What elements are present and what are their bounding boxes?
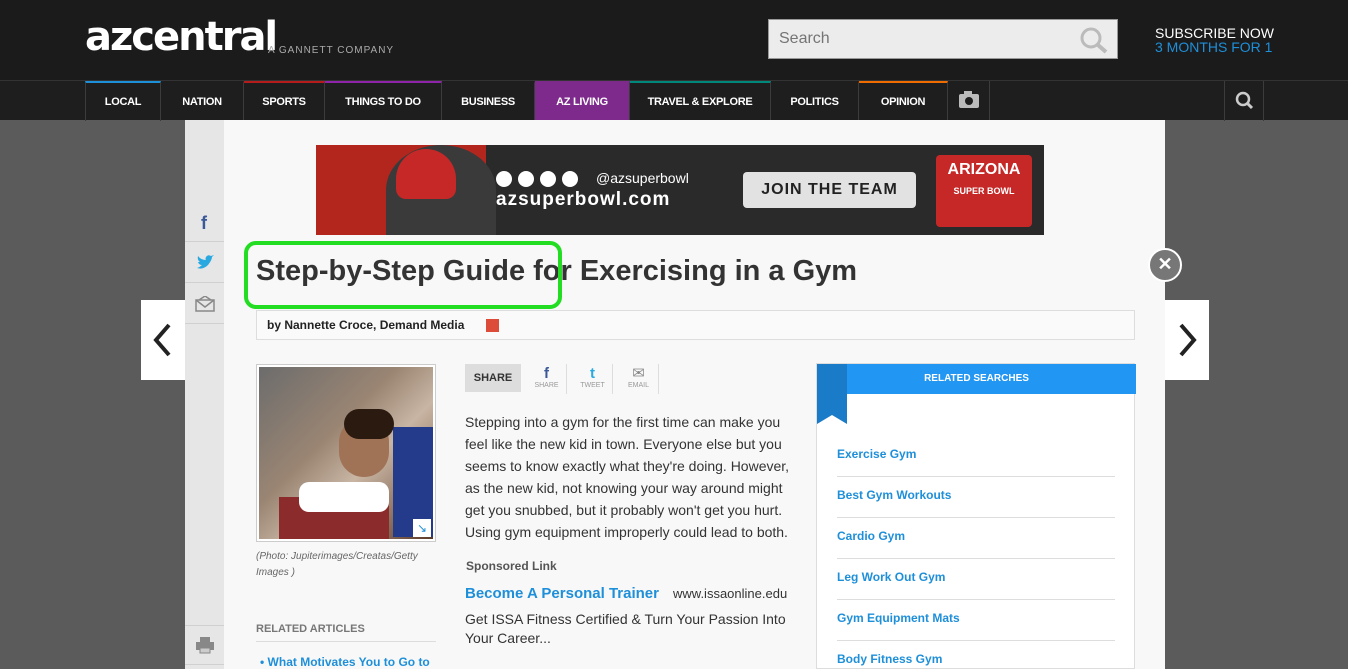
byline-text: by Nannette Croce, Demand Media <box>267 318 465 332</box>
related-search-item[interactable]: Body Fitness Gym <box>837 641 1115 669</box>
share-row: SHARE f SHARE t TWEET ✉ EMAIL <box>465 364 659 394</box>
ad-join-button[interactable]: JOIN THE TEAM <box>743 172 916 208</box>
nav-things-to-do[interactable]: THINGS TO DO <box>325 81 442 121</box>
related-searches-box: RELATED SEARCHES Exercise Gym Best Gym W… <box>816 363 1136 669</box>
nav-business[interactable]: BUSINESS <box>442 81 535 121</box>
ad-vine-icon <box>562 171 578 187</box>
related-searches-header: RELATED SEARCHES <box>817 364 1136 394</box>
chevron-left-icon <box>153 323 171 357</box>
ad-banner[interactable]: @azsuperbowl azsuperbowl.com JOIN THE TE… <box>316 145 1044 235</box>
related-articles-heading: RELATED ARTICLES <box>256 623 436 642</box>
chevron-right-icon <box>1179 323 1197 357</box>
nav-local[interactable]: LOCAL <box>85 81 161 121</box>
facebook-icon[interactable]: f <box>185 202 225 242</box>
nav-search-icon[interactable] <box>1224 81 1264 121</box>
share-facebook-button[interactable]: f SHARE <box>527 364 567 394</box>
share-label: SHARE <box>465 364 521 392</box>
next-arrow[interactable] <box>1165 300 1209 380</box>
sponsor-description: Get ISSA Fitness Certified & Turn Your P… <box>465 611 786 646</box>
related-article-text: What Motivates You to Go to <box>267 655 430 669</box>
article-body: Stepping into a gym for the first time c… <box>465 414 790 540</box>
google-plus-icon[interactable] <box>485 319 499 333</box>
photo-credit: (Photo: Jupiterimages/Creatas/Getty Imag… <box>256 551 418 578</box>
nav-sports[interactable]: SPORTS <box>244 81 325 121</box>
gannett-tagline: A GANNETT COMPANY <box>268 45 395 56</box>
share-rail: f <box>185 120 225 669</box>
related-article-link[interactable]: • What Motivates You to Go to <box>260 655 430 669</box>
search-input[interactable] <box>769 20 1059 58</box>
nav-politics[interactable]: POLITICS <box>771 81 859 121</box>
share-twitter-label: TWEET <box>580 382 605 389</box>
top-bar: azcentral A GANNETT COMPANY SUBSCRIBE NO… <box>0 0 1348 80</box>
site-logo[interactable]: azcentral <box>85 14 278 60</box>
ad-badge-line1: ARIZONA <box>947 161 1021 178</box>
sponsor-url[interactable]: www.issaonline.edu <box>673 586 787 601</box>
twitter-small-icon: t <box>590 365 595 382</box>
article-photo[interactable]: ↘ <box>256 364 436 542</box>
search-box <box>768 19 1118 59</box>
twitter-icon[interactable] <box>185 243 225 283</box>
sponsored-label: Sponsored Link <box>466 559 557 573</box>
share-email-label: EMAIL <box>627 382 649 389</box>
ad-twitter-icon <box>518 171 534 187</box>
share-facebook-label: SHARE <box>534 382 559 389</box>
email-icon[interactable] <box>185 284 225 324</box>
title-highlight-box <box>244 241 562 309</box>
ad-handle: @azsuperbowl <box>596 170 689 186</box>
subscribe-line2: 3 MONTHS FOR 1 <box>1155 39 1273 55</box>
facebook-small-icon: f <box>544 365 549 382</box>
close-button[interactable]: ✕ <box>1148 248 1182 282</box>
ad-social-icons <box>496 171 578 187</box>
subscribe-link[interactable]: SUBSCRIBE NOW 3 MONTHS FOR 1 <box>1155 26 1274 54</box>
nav-travel-explore[interactable]: TRAVEL & EXPLORE <box>630 81 771 121</box>
ad-arizona-badge: ARIZONA SUPER BOWL <box>936 155 1032 227</box>
svg-text:f: f <box>201 213 208 232</box>
nav-nation[interactable]: NATION <box>161 81 244 121</box>
main-nav: LOCAL NATION SPORTS THINGS TO DO BUSINES… <box>0 80 1348 121</box>
ad-instagram-icon <box>540 171 556 187</box>
related-search-item[interactable]: Leg Work Out Gym <box>837 559 1115 600</box>
nav-az-living[interactable]: AZ LIVING <box>535 81 630 121</box>
photo-image <box>259 367 433 539</box>
ad-badge-line2: SUPER BOWL <box>953 186 1015 196</box>
previous-arrow[interactable] <box>141 300 185 380</box>
share-twitter-button[interactable]: t TWEET <box>573 364 613 394</box>
email-small-icon: ✉ <box>632 365 645 382</box>
print-icon[interactable] <box>185 625 225 665</box>
photo-hair <box>344 409 394 439</box>
ad-url: azsuperbowl.com <box>496 189 671 210</box>
sponsor-title-link[interactable]: Become A Personal Trainer <box>465 585 659 602</box>
related-searches-list: Exercise Gym Best Gym Workouts Cardio Gy… <box>837 436 1115 669</box>
expand-icon[interactable]: ↘ <box>413 519 431 537</box>
camera-icon[interactable] <box>948 81 990 121</box>
logo-text: azcentral <box>85 14 278 60</box>
search-icon[interactable] <box>1079 26 1109 59</box>
related-search-item[interactable]: Exercise Gym <box>837 436 1115 477</box>
ad-facebook-icon <box>496 171 512 187</box>
nav-opinion[interactable]: OPINION <box>859 81 948 121</box>
ribbon-icon <box>817 364 847 424</box>
related-search-item[interactable]: Best Gym Workouts <box>837 477 1115 518</box>
related-search-item[interactable]: Cardio Gym <box>837 518 1115 559</box>
related-search-item[interactable]: Gym Equipment Mats <box>837 600 1115 641</box>
subscribe-line1: SUBSCRIBE NOW <box>1155 25 1275 41</box>
photo-towel <box>299 482 389 512</box>
byline: by Nannette Croce, Demand Media <box>256 310 1135 340</box>
share-email-button[interactable]: ✉ EMAIL <box>619 364 659 394</box>
